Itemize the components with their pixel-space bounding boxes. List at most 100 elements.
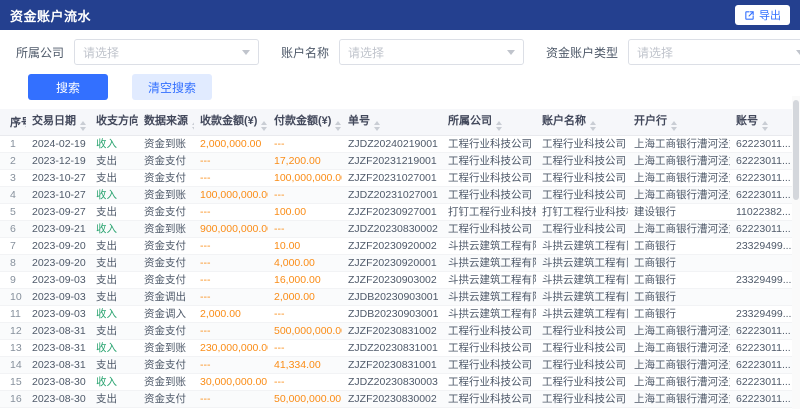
cell-receipt: --- (194, 203, 268, 220)
sort-icon[interactable] (762, 121, 768, 131)
cell-receipt: --- (194, 322, 268, 339)
chevron-down-icon (796, 50, 800, 55)
column-header-date[interactable]: 交易日期 (26, 109, 90, 135)
sort-icon[interactable] (80, 121, 86, 131)
column-label: 开户行 (634, 115, 667, 127)
filter-account-type: 资金账户类型 请选择 (546, 39, 800, 65)
cell-source: 资金支付 (138, 169, 194, 186)
sort-icon[interactable] (671, 121, 677, 131)
cell-order_no: ZJZF20230920002 (342, 237, 442, 254)
sort-icon[interactable] (374, 121, 380, 131)
cell-account_name: 工程行业科技公司 (536, 390, 628, 407)
cell-receipt: --- (194, 390, 268, 407)
table-section: 序号交易日期收支方向数据来源收款金额(¥) 付款金额(¥)单号所属公司账户名称开户… (0, 109, 792, 409)
cell-date: 2023-09-27 (26, 203, 90, 220)
cell-bank: 上海工商银行漕河泾支行 (628, 339, 730, 356)
column-header-account_name[interactable]: 账户名称 (536, 109, 628, 135)
cell-company: 工程行业科技公司 (442, 220, 536, 237)
cell-order_no: ZJZF20230927001 (342, 203, 442, 220)
search-button[interactable]: 搜索 (28, 74, 108, 100)
cell-direction: 支出 (90, 152, 138, 169)
cell-seq: 8 (0, 254, 26, 271)
cell-account_no: 23329499... (730, 237, 792, 254)
sort-icon[interactable] (496, 121, 502, 131)
cell-bank: 上海工商银行漕河泾支行 (628, 220, 730, 237)
cell-date: 2024-02-19 (26, 135, 90, 152)
column-label: 收款金额(¥) (200, 115, 257, 127)
cell-bank: 工商银行 (628, 254, 730, 271)
table-row: 112023-09-03收入资金调入2,000.00---ZJDB2023090… (0, 305, 792, 322)
cell-payment: 4,000.00 (268, 254, 342, 271)
cell-bank: 上海工商银行漕河泾支行 (628, 373, 730, 390)
cell-account_no: 62223011... (730, 390, 792, 407)
cell-direction: 收入 (90, 220, 138, 237)
cell-source: 资金支付 (138, 356, 194, 373)
cell-seq: 2 (0, 152, 26, 169)
column-header-order_no[interactable]: 单号 (342, 109, 442, 135)
sort-icon[interactable] (335, 121, 341, 131)
column-header-direction[interactable]: 收支方向 (90, 109, 138, 135)
cell-date: 2023-10-27 (26, 169, 90, 186)
column-header-company[interactable]: 所属公司 (442, 109, 536, 135)
cell-direction: 支出 (90, 322, 138, 339)
cell-seq: 9 (0, 271, 26, 288)
cell-order_no: ZJDZ20240219001 (342, 135, 442, 152)
sort-icon[interactable] (590, 121, 596, 131)
table-row: 152023-08-30收入资金到账30,000,000.00---ZJDZ20… (0, 373, 792, 390)
clear-search-button[interactable]: 清空搜索 (132, 74, 212, 100)
chevron-down-icon (507, 50, 515, 55)
cell-company: 斗拱云建筑工程有限公司 (442, 254, 536, 271)
table-row: 92023-09-03支出资金支付---16,000.00ZJZF2023090… (0, 271, 792, 288)
cell-company: 工程行业科技公司 (442, 356, 536, 373)
vertical-scrollbar[interactable] (792, 96, 800, 409)
cell-seq: 14 (0, 356, 26, 373)
account-name-select[interactable]: 请选择 (339, 39, 524, 65)
cell-account_no: 62223011... (730, 186, 792, 203)
cell-company: 斗拱云建筑工程有限公司 (442, 237, 536, 254)
column-header-bank[interactable]: 开户行 (628, 109, 730, 135)
cell-company: 工程行业科技公司 (442, 169, 536, 186)
cell-receipt: 30,000,000.00 (194, 373, 268, 390)
column-header-account_no[interactable]: 账号 (730, 109, 792, 135)
cell-payment: --- (268, 305, 342, 322)
company-select-placeholder: 请选择 (83, 44, 119, 61)
export-button[interactable]: 导出 (735, 5, 790, 25)
cell-account_name: 斗拱云建筑工程有限公司 (536, 271, 628, 288)
cell-seq: 6 (0, 220, 26, 237)
table-row: 82023-09-20支出资金支付---4,000.00ZJZF20230920… (0, 254, 792, 271)
filter-company: 所属公司 请选择 (16, 39, 259, 65)
column-header-source[interactable]: 数据来源 (138, 109, 194, 135)
column-header-payment[interactable]: 付款金额(¥) (268, 109, 342, 135)
cell-bank: 上海工商银行漕河泾支行 (628, 152, 730, 169)
sort-icon[interactable] (192, 121, 194, 131)
cell-account_name: 工程行业科技公司 (536, 152, 628, 169)
cell-company: 斗拱云建筑工程有限公司 (442, 271, 536, 288)
company-select[interactable]: 请选择 (74, 39, 259, 65)
cell-payment: 16,000.00 (268, 271, 342, 288)
cell-seq: 12 (0, 322, 26, 339)
table-row: 52023-09-27支出资金支付---100.00ZJZF2023092700… (0, 203, 792, 220)
cell-bank: 工商银行 (628, 237, 730, 254)
sort-icon[interactable] (261, 121, 267, 131)
cell-payment: --- (268, 186, 342, 203)
cell-direction: 支出 (90, 288, 138, 305)
cell-source: 资金支付 (138, 254, 194, 271)
cell-payment: 10.00 (268, 237, 342, 254)
column-header-receipt[interactable]: 收款金额(¥) (194, 109, 268, 135)
cell-bank: 上海工商银行漕河泾支行 (628, 135, 730, 152)
account-type-select[interactable]: 请选择 (628, 39, 800, 65)
cell-seq: 5 (0, 203, 26, 220)
cell-date: 2023-08-31 (26, 356, 90, 373)
account-type-filter-label: 资金账户类型 (546, 44, 618, 61)
table-row: 62023-09-21收入资金到账900,000,000.00---ZJDZ20… (0, 220, 792, 237)
cell-account_name: 工程行业科技公司 (536, 135, 628, 152)
table-row: 42023-10-27收入资金到账100,000,000.00---ZJDZ20… (0, 186, 792, 203)
cell-payment: --- (268, 135, 342, 152)
cell-company: 工程行业科技公司 (442, 152, 536, 169)
cell-account_name: 斗拱云建筑工程有限公司 (536, 237, 628, 254)
cell-bank: 工商银行 (628, 305, 730, 322)
column-label: 序号 (10, 117, 26, 129)
scrollbar-thumb[interactable] (793, 100, 799, 200)
cell-bank: 上海工商银行漕河泾支行 (628, 169, 730, 186)
cell-account_no: 62223011... (730, 356, 792, 373)
